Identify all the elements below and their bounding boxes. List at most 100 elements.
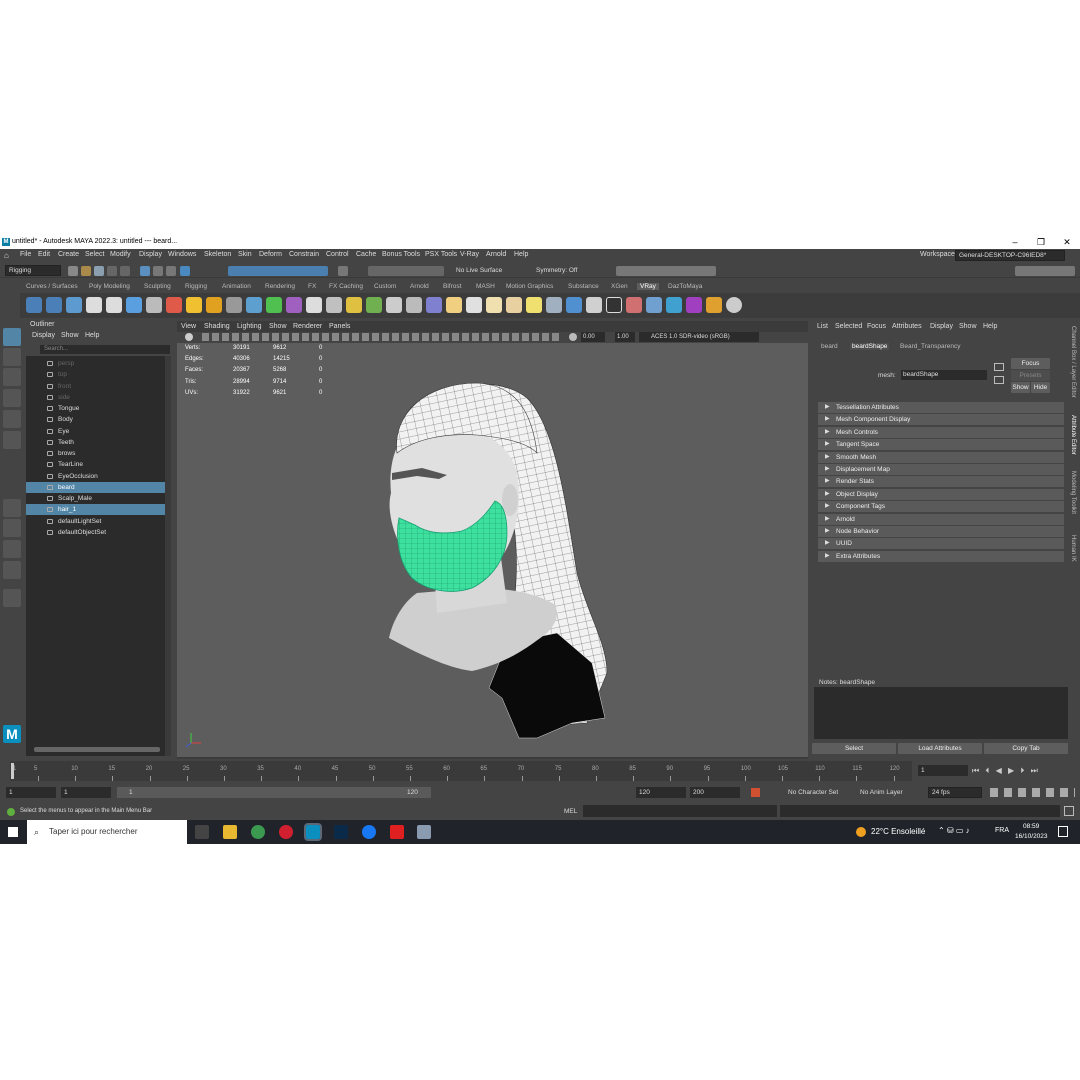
- colorspace-dropdown[interactable]: ACES 1.0 SDR-video (sRGB): [639, 332, 759, 342]
- vray-bulb-icon[interactable]: [486, 297, 502, 313]
- ae-section-header[interactable]: Component Tags: [818, 501, 1064, 513]
- vray-globe-icon[interactable]: [566, 297, 582, 313]
- menu-psx-tools[interactable]: PSX Tools: [425, 251, 457, 258]
- redo-icon[interactable]: [120, 266, 130, 276]
- outliner-item[interactable]: beard: [26, 481, 165, 493]
- youtube-icon[interactable]: [390, 825, 404, 839]
- outliner-layout-icon[interactable]: [3, 561, 21, 579]
- vray-plant-icon[interactable]: [366, 297, 382, 313]
- vray-cloud-icon[interactable]: [666, 297, 682, 313]
- outliner-item[interactable]: brows: [26, 448, 165, 459]
- move-tool-icon[interactable]: [3, 389, 21, 407]
- vray-sphere-icon[interactable]: [306, 297, 322, 313]
- playback-controls[interactable]: ⏮ ⏴ ◀ ▶ ⏵ ⏭: [972, 766, 1076, 775]
- menu-bonus-tools[interactable]: Bonus Tools: [382, 251, 420, 258]
- copy-tab-button[interactable]: Copy Tab: [984, 743, 1068, 754]
- shelf-tab-curves-surfaces[interactable]: Curves / Surfaces: [26, 283, 78, 290]
- home-icon[interactable]: ⌂: [4, 251, 9, 260]
- two-view-icon[interactable]: [3, 540, 21, 558]
- vray-toon-icon[interactable]: [586, 297, 602, 313]
- load-attributes-button[interactable]: Load Attributes: [898, 743, 982, 754]
- vray-fire-icon[interactable]: [206, 297, 222, 313]
- ae-menu-selected[interactable]: Selected: [835, 323, 862, 330]
- 3d-viewport[interactable]: Verts: 30191 9612 0 Edges: 40306 14215 0 Faces: 2…: [177, 343, 808, 757]
- ae-tab-beardshape[interactable]: beardShape: [850, 343, 890, 350]
- language-indicator[interactable]: FRA: [995, 827, 1009, 834]
- vray-curve-icon[interactable]: [406, 297, 422, 313]
- shelf-tab-rigging[interactable]: Rigging: [185, 283, 207, 290]
- focus-button[interactable]: Focus: [1011, 358, 1050, 369]
- ae-tab-beard-transparency[interactable]: Beard_Transparency: [900, 343, 960, 350]
- animation-end-field[interactable]: 200: [690, 787, 740, 798]
- shelf-tab-custom[interactable]: Custom: [374, 283, 396, 290]
- menu-create[interactable]: Create: [58, 251, 79, 258]
- layout-buttons-icon[interactable]: [1015, 266, 1075, 276]
- hide-button[interactable]: Hide: [1031, 382, 1050, 393]
- side-tab-attribute-editor[interactable]: Attribute Editor: [1070, 415, 1076, 455]
- time-slider-track[interactable]: 1 5 10 15 20 25 30 35 40 45 50 55 60 65 70 75 80 85 90 95 1…: [10, 761, 912, 781]
- photoshop-icon[interactable]: [334, 825, 348, 839]
- taskbar-search-box[interactable]: ⌕ Taper ici pour rechercher: [27, 820, 187, 844]
- shelf-tab-fx[interactable]: FX: [308, 283, 316, 290]
- vray-plane-icon[interactable]: [326, 297, 342, 313]
- viewport-menu-lighting[interactable]: Lighting: [237, 323, 262, 330]
- vray-ipr-icon[interactable]: [86, 297, 102, 313]
- vray-sun-icon[interactable]: [186, 297, 202, 313]
- command-input[interactable]: [583, 805, 777, 817]
- save-scene-icon[interactable]: [94, 266, 104, 276]
- vray-settings-icon[interactable]: [26, 297, 42, 313]
- side-tab-human-ik[interactable]: Human IK: [1070, 535, 1076, 562]
- shelf-tab-mash[interactable]: MASH: [476, 283, 495, 290]
- live-surface-label[interactable]: No Live Surface: [456, 267, 502, 274]
- ae-menu-show[interactable]: Show: [959, 323, 977, 330]
- vray-scene-icon[interactable]: [686, 297, 702, 313]
- vray-proxy-icon[interactable]: [246, 297, 262, 313]
- menu-windows[interactable]: Windows: [168, 251, 196, 258]
- ae-section-header[interactable]: Render Stats: [818, 476, 1064, 488]
- vray-material-icon[interactable]: [166, 297, 182, 313]
- outliner-item[interactable]: Tongue: [26, 403, 165, 414]
- menu-modify[interactable]: Modify: [110, 251, 131, 258]
- menu-file[interactable]: File: [20, 251, 31, 258]
- shelf-tab-motion-graphics[interactable]: Motion Graphics: [506, 283, 553, 290]
- vray-checker-icon[interactable]: [606, 297, 622, 313]
- outliner-item[interactable]: EyeOcclusion: [26, 471, 165, 482]
- outliner-item[interactable]: Teeth: [26, 437, 165, 448]
- vray-cone-icon[interactable]: [506, 297, 522, 313]
- playback-end-field[interactable]: 120: [636, 787, 686, 798]
- ae-menu-display[interactable]: Display: [930, 323, 953, 330]
- select-button[interactable]: Select: [812, 743, 896, 754]
- ae-section-header[interactable]: Mesh Component Display: [818, 414, 1064, 426]
- vray-mesh-light-icon[interactable]: [226, 297, 242, 313]
- outliner-scrollbar[interactable]: [165, 356, 171, 756]
- ae-section-header[interactable]: Mesh Controls: [818, 426, 1064, 438]
- outliner-item[interactable]: Body: [26, 414, 165, 425]
- vray-gear-icon[interactable]: [386, 297, 402, 313]
- script-editor-icon[interactable]: [1064, 806, 1074, 816]
- paint-select-tool-icon[interactable]: [3, 368, 21, 386]
- vray-light-icon[interactable]: [106, 297, 122, 313]
- gamma-field[interactable]: 1.00: [615, 332, 635, 342]
- ae-section-header[interactable]: Arnold: [818, 513, 1064, 525]
- character-set-dropdown[interactable]: No Character Set: [788, 789, 838, 796]
- outliner-item[interactable]: Scalp_Male: [26, 493, 165, 504]
- shelf-tab-rendering[interactable]: Rendering: [265, 283, 295, 290]
- vray-export-icon[interactable]: [646, 297, 662, 313]
- new-scene-icon[interactable]: [68, 266, 78, 276]
- windows-start-icon[interactable]: [8, 827, 18, 837]
- app-icon[interactable]: [417, 825, 431, 839]
- outliner-menu-help[interactable]: Help: [85, 332, 99, 339]
- vray-dome-light-icon[interactable]: [126, 297, 142, 313]
- scale-tool-icon[interactable]: [3, 431, 21, 449]
- menu-arnold[interactable]: Arnold: [486, 251, 506, 258]
- notifications-icon[interactable]: [1058, 826, 1068, 837]
- lasso-tool-icon[interactable]: [3, 348, 21, 366]
- vray-ball-icon[interactable]: [426, 297, 442, 313]
- presets-button[interactable]: Presets: [1011, 370, 1050, 381]
- outliner-item[interactable]: Eye: [26, 426, 165, 437]
- shelf-tab-animation[interactable]: Animation: [222, 283, 251, 290]
- auto-key-icon[interactable]: [751, 788, 760, 797]
- camera-icon[interactable]: [185, 333, 193, 341]
- outliner-item[interactable]: defaultLightSet: [26, 516, 165, 527]
- task-view-icon[interactable]: [195, 825, 209, 839]
